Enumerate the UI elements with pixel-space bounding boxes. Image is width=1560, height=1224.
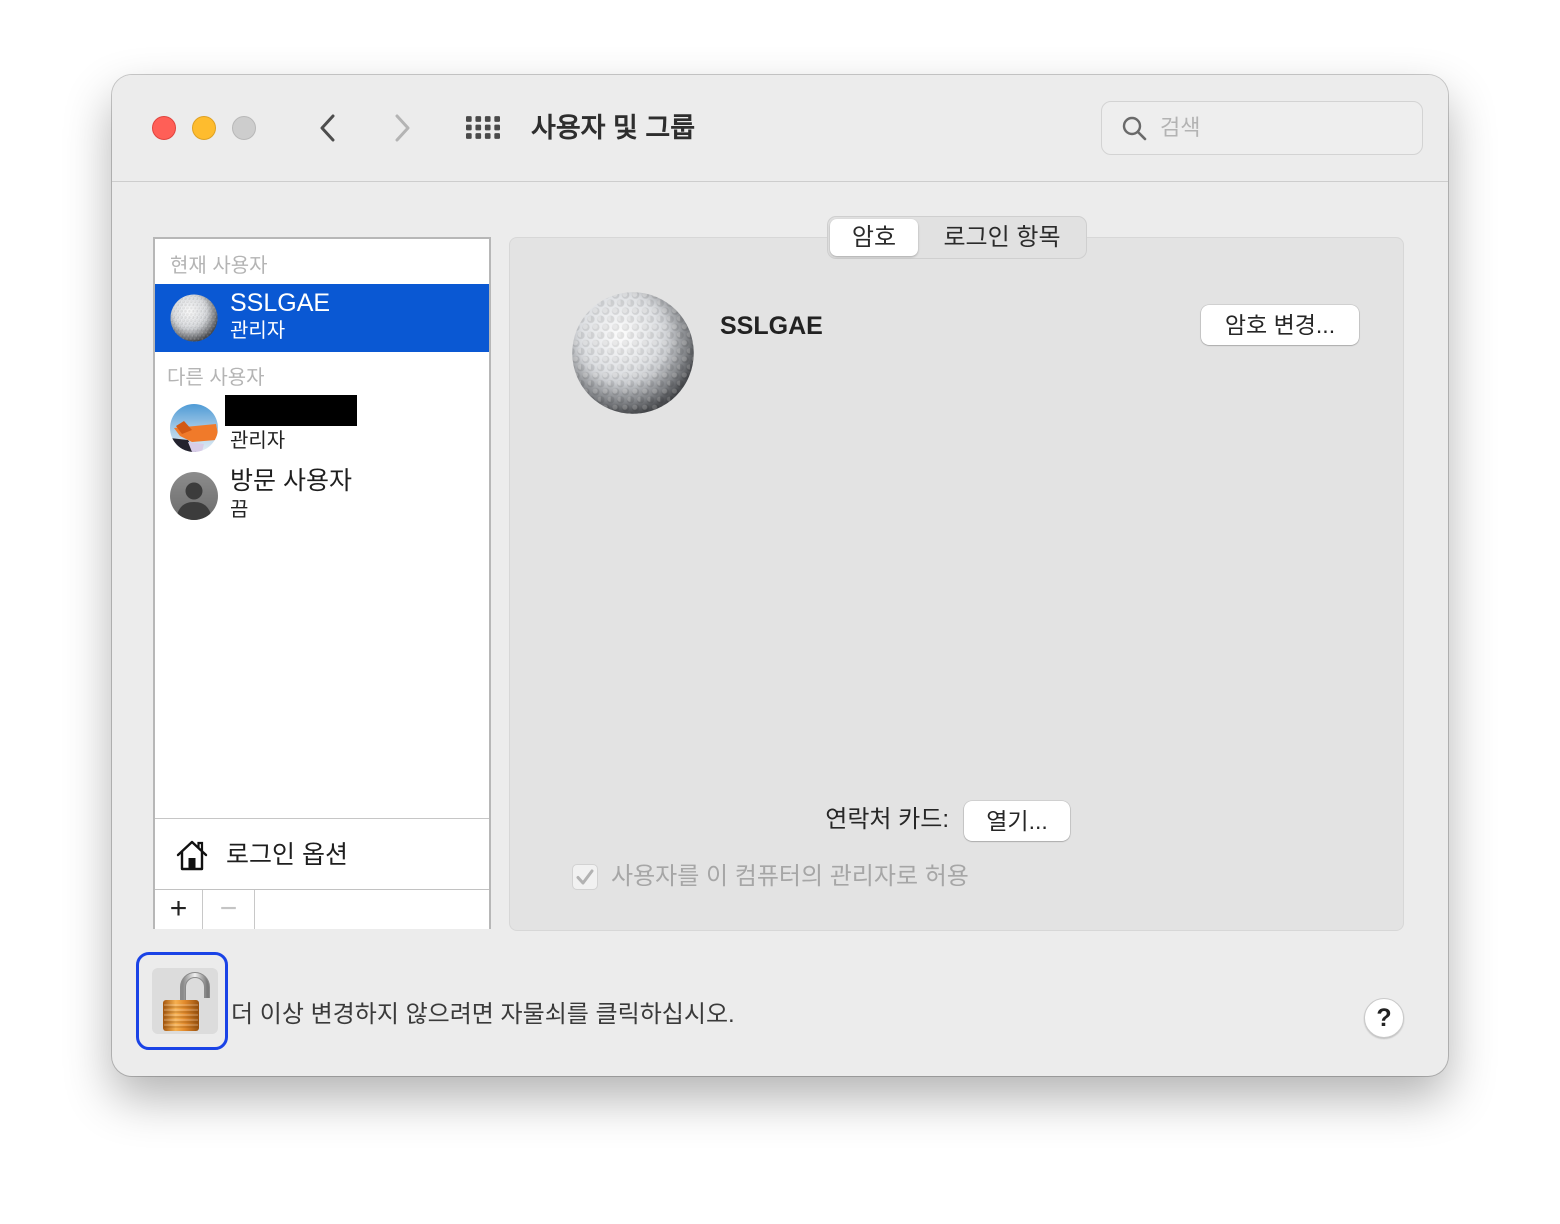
golf-ball-avatar: [170, 294, 218, 342]
login-options-item[interactable]: 로그인 옵션: [155, 819, 489, 889]
chevron-left-icon: [319, 113, 337, 143]
change-password-button[interactable]: 암호 변경...: [1201, 305, 1359, 345]
chevron-right-icon: [393, 113, 411, 143]
lock-button[interactable]: [136, 952, 228, 1050]
toolbar: 사용자 및 그룹: [112, 75, 1448, 182]
back-button[interactable]: [319, 113, 337, 143]
users-groups-window: 사용자 및 그룹 현재 사용자 SSLGAE 관리자 다른 사용자: [112, 75, 1448, 1076]
add-user-button[interactable]: +: [155, 890, 203, 929]
user-name: SSLGAE: [230, 289, 331, 317]
redacted-user-name: [225, 395, 357, 426]
lock-open-icon: [163, 972, 210, 1031]
user-role: 관리자: [230, 430, 286, 452]
search-field[interactable]: [1101, 101, 1423, 155]
login-options-label: 로그인 옵션: [226, 841, 348, 869]
user-role: 끔: [230, 499, 249, 521]
house-icon: [175, 838, 209, 872]
user-role: 관리자: [230, 320, 286, 342]
grid-icon: [466, 116, 500, 139]
lock-button-well: [152, 968, 218, 1034]
user-row-other[interactable]: 관리자: [155, 392, 489, 462]
user-row-current[interactable]: SSLGAE 관리자: [155, 284, 489, 352]
open-contact-card-button[interactable]: 열기...: [964, 801, 1070, 841]
orange-chair-avatar: [170, 404, 218, 452]
admin-checkbox[interactable]: [572, 864, 598, 890]
help-button[interactable]: ?: [1364, 998, 1404, 1038]
current-users-header: 현재 사용자: [170, 255, 268, 277]
admin-checkbox-label: 사용자를 이 컴퓨터의 관리자로 허용: [611, 863, 969, 890]
detail-user-name: SSLGAE: [720, 312, 823, 340]
guest-user-avatar: [170, 472, 218, 520]
tab-login-items[interactable]: 로그인 항목: [920, 219, 1084, 256]
forward-button[interactable]: [393, 113, 411, 143]
minimize-button[interactable]: [192, 116, 216, 140]
user-name: 방문 사용자: [230, 467, 352, 495]
user-row-guest[interactable]: 방문 사용자 끔: [155, 462, 489, 528]
user-detail-panel: SSLGAE 암호 변경... 연락처 카드: 열기... 사용자를 이 컴퓨터…: [509, 237, 1404, 931]
lock-message: 더 이상 변경하지 않으려면 자물쇠를 클릭하십시오.: [231, 1001, 735, 1028]
other-users-header: 다른 사용자: [167, 367, 265, 389]
close-button[interactable]: [152, 116, 176, 140]
list-toolbar: + −: [155, 889, 489, 929]
remove-user-button[interactable]: −: [203, 890, 255, 929]
contact-card-label: 연락처 카드:: [825, 806, 949, 833]
show-all-button[interactable]: [466, 116, 500, 139]
window-title: 사용자 및 그룹: [531, 113, 696, 143]
tab-password[interactable]: 암호: [830, 219, 918, 256]
golf-ball-avatar[interactable]: [571, 291, 695, 415]
search-icon: [1121, 115, 1147, 141]
tab-bar: 암호 로그인 항목: [827, 216, 1087, 259]
zoom-button[interactable]: [232, 116, 256, 140]
user-list: 현재 사용자 SSLGAE 관리자 다른 사용자 관리자 방문 사용자 끔 로그…: [153, 237, 491, 929]
search-input[interactable]: [1160, 102, 1410, 154]
checkmark-icon: [576, 869, 594, 885]
